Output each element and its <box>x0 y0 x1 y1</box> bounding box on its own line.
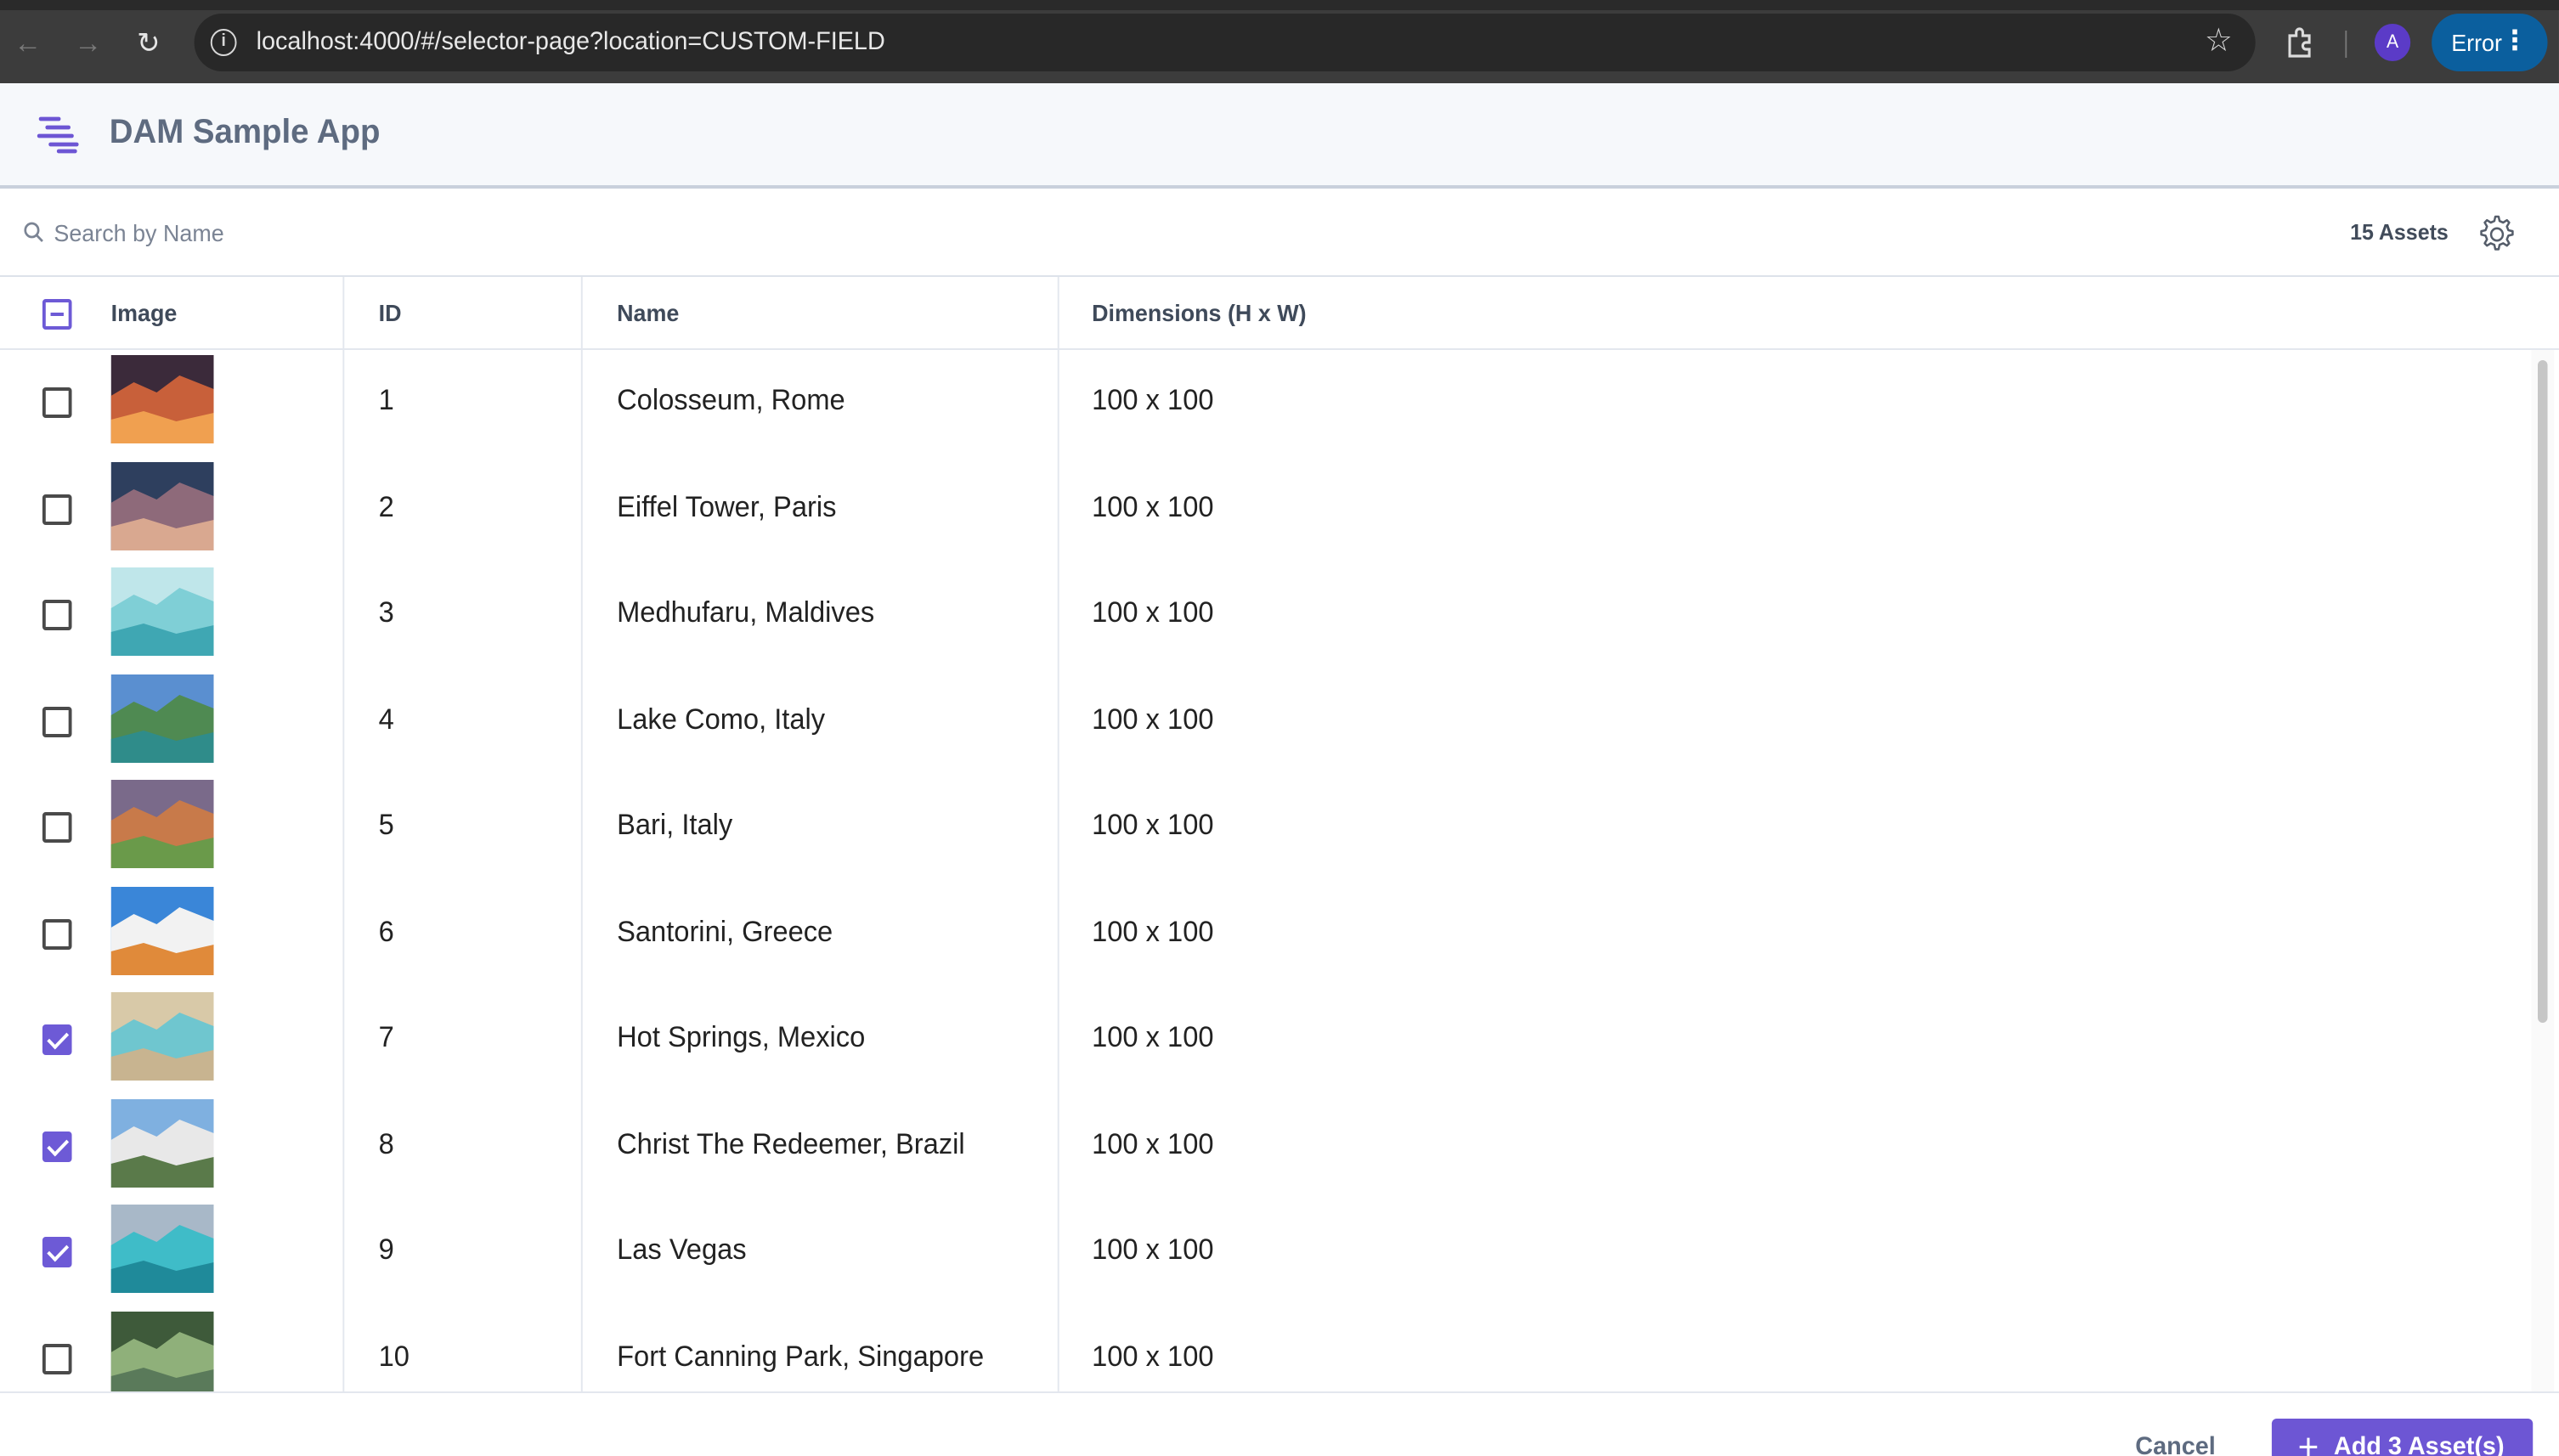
cancel-button[interactable]: Cancel <box>2118 1420 2232 1456</box>
asset-thumbnail <box>110 1098 214 1187</box>
asset-id: 7 <box>378 1021 394 1053</box>
row-checkbox[interactable] <box>42 387 72 418</box>
row-checkbox[interactable] <box>42 812 72 843</box>
asset-name: Colosseum, Rome <box>617 384 845 416</box>
plus-icon: + <box>2297 1425 2319 1456</box>
row-checkbox[interactable] <box>42 918 72 949</box>
add-assets-button[interactable]: + Add 3 Asset(s) <box>2271 1419 2534 1456</box>
asset-name: Christ The Redeemer, Brazil <box>617 1127 965 1160</box>
asset-name: Las Vegas <box>617 1233 747 1266</box>
asset-thumbnail <box>110 567 214 656</box>
column-header-name[interactable]: Name <box>617 299 679 326</box>
asset-dimensions: 100 x 100 <box>1092 384 1214 416</box>
footer-bar: Cancel + Add 3 Asset(s) <box>0 1391 2559 1456</box>
back-icon[interactable]: ← <box>10 25 46 63</box>
search-icon <box>24 222 43 242</box>
asset-thumbnail <box>110 1205 214 1293</box>
table-row[interactable]: 7 Hot Springs, Mexico 100 x 100 <box>0 987 2529 1093</box>
asset-dimensions: 100 x 100 <box>1092 1021 1214 1053</box>
asset-id: 4 <box>378 703 394 735</box>
row-checkbox[interactable] <box>42 706 72 736</box>
asset-dimensions: 100 x 100 <box>1092 703 1214 735</box>
gear-icon[interactable] <box>2474 212 2517 257</box>
asset-thumbnail <box>110 355 214 443</box>
asset-thumbnail <box>110 1311 214 1391</box>
asset-id: 8 <box>378 1127 394 1160</box>
table-row[interactable]: 9 Las Vegas 100 x 100 <box>0 1199 2529 1306</box>
asset-id: 1 <box>378 384 394 416</box>
asset-dimensions: 100 x 100 <box>1092 1340 1214 1372</box>
search-toolbar: 15 Assets <box>0 190 2559 277</box>
asset-name: Eiffel Tower, Paris <box>617 490 837 522</box>
column-header-image: Image <box>110 299 178 326</box>
table-row[interactable]: 1 Colosseum, Rome 100 x 100 <box>0 350 2529 456</box>
app-root: ← → ↻ i localhost:4000/#/selector-page?l… <box>0 0 2559 1456</box>
asset-thumbnail <box>110 992 214 1081</box>
asset-dimensions: 100 x 100 <box>1092 1233 1214 1266</box>
asset-id: 9 <box>378 1233 394 1266</box>
asset-thumbnail <box>110 886 214 974</box>
table-row[interactable]: 6 Santorini, Greece 100 x 100 <box>0 881 2529 987</box>
table-row[interactable]: 10 Fort Canning Park, Singapore 100 x 100 <box>0 1306 2529 1391</box>
table-row[interactable]: 4 Lake Como, Italy 100 x 100 <box>0 669 2529 775</box>
reload-icon[interactable]: ↻ <box>131 25 167 63</box>
asset-table-body: 1 Colosseum, Rome 100 x 100 2 Eiffel Tower, … <box>0 350 2559 1391</box>
asset-name: Fort Canning Park, Singapore <box>617 1340 985 1372</box>
error-label: Error <box>2451 29 2502 56</box>
app-logo-icon <box>37 116 79 154</box>
row-checkbox[interactable] <box>42 1024 72 1055</box>
app-title: DAM Sample App <box>109 114 381 151</box>
site-info-icon[interactable]: i <box>210 29 237 56</box>
row-checkbox[interactable] <box>42 1343 72 1374</box>
row-checkbox[interactable] <box>42 1237 72 1267</box>
asset-name: Santorini, Greece <box>617 915 833 947</box>
asset-name: Hot Springs, Mexico <box>617 1021 866 1053</box>
asset-id: 3 <box>378 596 394 629</box>
extensions-icon[interactable] <box>2283 24 2319 61</box>
table-row[interactable]: 8 Christ The Redeemer, Brazil 100 x 100 <box>0 1093 2529 1199</box>
asset-name: Bari, Italy <box>617 809 733 841</box>
asset-dimensions: 100 x 100 <box>1092 1127 1214 1160</box>
asset-dimensions: 100 x 100 <box>1092 809 1214 841</box>
asset-id: 6 <box>378 915 394 947</box>
asset-dimensions: 100 x 100 <box>1092 915 1214 947</box>
asset-thumbnail <box>110 674 214 762</box>
search-input[interactable] <box>54 214 870 251</box>
address-bar[interactable]: i localhost:4000/#/selector-page?locatio… <box>194 14 2256 71</box>
table-row[interactable]: 2 Eiffel Tower, Paris 100 x 100 <box>0 456 2529 562</box>
profile-avatar[interactable]: A <box>2374 24 2411 61</box>
asset-name: Medhufaru, Maldives <box>617 596 875 629</box>
bookmark-star-icon[interactable]: ☆ <box>2205 22 2233 61</box>
app-header: DAM Sample App <box>0 83 2559 189</box>
row-checkbox[interactable] <box>42 1131 72 1161</box>
table-header: Image ID Name Dimensions (H x W) <box>0 277 2559 350</box>
row-checkbox[interactable] <box>42 494 72 524</box>
scrollbar[interactable] <box>2531 350 2555 1391</box>
asset-count: 15 Assets <box>2350 219 2449 245</box>
toolbar-separator <box>2345 31 2347 58</box>
asset-name: Lake Como, Italy <box>617 703 826 735</box>
column-header-dimensions[interactable]: Dimensions (H x W) <box>1092 299 1307 326</box>
asset-dimensions: 100 x 100 <box>1092 490 1214 522</box>
column-header-id[interactable]: ID <box>379 299 402 326</box>
asset-thumbnail <box>110 461 214 550</box>
table-row[interactable]: 5 Bari, Italy 100 x 100 <box>0 775 2529 881</box>
add-assets-label: Add 3 Asset(s) <box>2333 1432 2505 1456</box>
asset-dimensions: 100 x 100 <box>1092 596 1214 629</box>
forward-icon[interactable]: → <box>71 25 106 63</box>
scrollbar-thumb[interactable] <box>2537 360 2548 1023</box>
asset-id: 5 <box>378 809 394 841</box>
url-text[interactable]: localhost:4000/#/selector-page?location=… <box>257 27 885 56</box>
asset-id: 2 <box>378 490 394 522</box>
select-all-checkbox[interactable] <box>42 299 72 330</box>
asset-id: 10 <box>378 1340 410 1372</box>
row-checkbox[interactable] <box>42 600 72 630</box>
browser-toolbar: ← → ↻ i localhost:4000/#/selector-page?l… <box>0 0 2559 83</box>
asset-thumbnail <box>110 780 214 868</box>
error-chip[interactable]: Error ⋮ <box>2432 14 2548 71</box>
kebab-menu-icon[interactable]: ⋮ <box>2502 14 2528 71</box>
table-row[interactable]: 3 Medhufaru, Maldives 100 x 100 <box>0 562 2529 669</box>
